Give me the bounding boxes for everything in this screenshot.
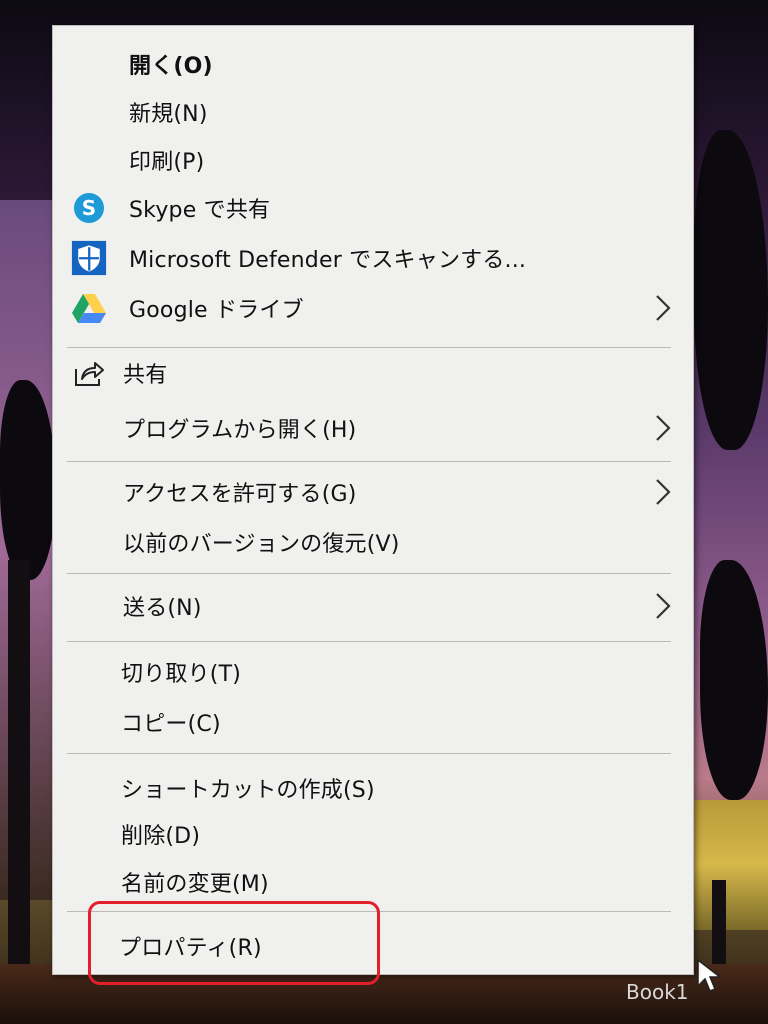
menu-item-give-access[interactable]: アクセスを許可する(G) — [53, 470, 693, 514]
menu-separator — [67, 573, 671, 574]
menu-item-label: 切り取り(T) — [121, 662, 242, 687]
menu-item-label: 開く(O) — [129, 54, 213, 79]
skype-icon: S — [71, 190, 107, 226]
menu-item-label: 共有 — [123, 363, 168, 388]
menu-item-label: 送る(N) — [123, 596, 202, 621]
highlight-annotation — [88, 901, 380, 985]
menu-item-google-drive[interactable]: Google ドライブ — [53, 286, 693, 330]
menu-item-label: 以前のバージョンの復元(V) — [123, 532, 400, 557]
desktop-background — [686, 800, 768, 930]
defender-shield-icon — [71, 240, 107, 276]
menu-item-open[interactable]: 開く(O) — [53, 42, 693, 86]
menu-item-new[interactable]: 新規(N) — [53, 90, 693, 134]
menu-item-restore-previous-versions[interactable]: 以前のバージョンの復元(V) — [53, 520, 693, 564]
svg-text:S: S — [82, 196, 97, 220]
menu-item-label: プログラムから開く(H) — [123, 418, 357, 443]
menu-item-delete[interactable]: 削除(D) — [53, 812, 693, 856]
palm-trunk — [8, 560, 30, 1000]
mouse-cursor-icon — [697, 958, 723, 992]
menu-item-share[interactable]: 共有 — [53, 351, 693, 395]
google-drive-icon — [71, 290, 107, 326]
menu-item-label: コピー(C) — [121, 712, 221, 737]
menu-separator — [67, 347, 671, 348]
menu-item-label: Skype で共有 — [129, 198, 271, 223]
menu-separator — [67, 461, 671, 462]
chevron-right-icon — [656, 593, 671, 619]
menu-item-label: 名前の変更(M) — [121, 872, 269, 897]
context-menu: 開く(O) 新規(N) 印刷(P) S Skype で共有 Microsoft … — [52, 25, 694, 975]
chevron-right-icon — [656, 479, 671, 505]
menu-item-label: 新規(N) — [129, 102, 208, 127]
menu-separator — [67, 753, 671, 754]
chevron-right-icon — [656, 415, 671, 441]
menu-item-label: Google ドライブ — [129, 298, 304, 323]
menu-item-print[interactable]: 印刷(P) — [53, 138, 693, 182]
menu-item-create-shortcut[interactable]: ショートカットの作成(S) — [53, 766, 693, 810]
menu-item-cut[interactable]: 切り取り(T) — [53, 650, 693, 694]
desktop-file-label[interactable]: Book1 — [626, 980, 689, 1004]
menu-item-label: ショートカットの作成(S) — [121, 778, 375, 803]
menu-separator — [67, 641, 671, 642]
share-icon — [71, 355, 107, 391]
menu-item-send-to[interactable]: 送る(N) — [53, 584, 693, 628]
menu-item-label: 削除(D) — [121, 824, 201, 849]
menu-item-defender-scan[interactable]: Microsoft Defender でスキャンする... — [53, 236, 693, 280]
menu-item-rename[interactable]: 名前の変更(M) — [53, 860, 693, 904]
menu-item-skype-share[interactable]: S Skype で共有 — [53, 186, 693, 230]
menu-item-copy[interactable]: コピー(C) — [53, 700, 693, 744]
menu-item-label: 印刷(P) — [129, 150, 205, 175]
menu-item-label: Microsoft Defender でスキャンする... — [129, 248, 527, 273]
menu-item-label: アクセスを許可する(G) — [123, 482, 357, 507]
palm-silhouette — [700, 560, 768, 800]
menu-item-open-with[interactable]: プログラムから開く(H) — [53, 406, 693, 450]
chevron-right-icon — [656, 295, 671, 321]
palm-silhouette — [694, 130, 768, 450]
